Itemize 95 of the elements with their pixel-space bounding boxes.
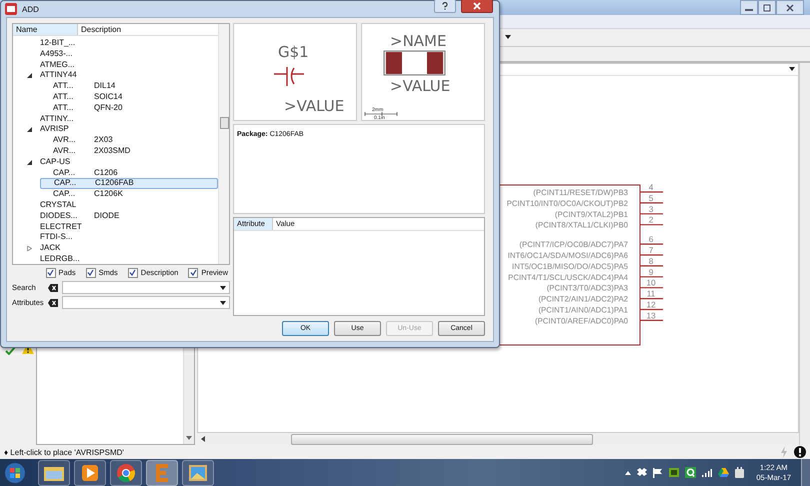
tree-row[interactable]: CRYSTAL xyxy=(27,200,218,211)
tree-row[interactable]: ATT... SOIC14 xyxy=(40,92,218,103)
tree-row[interactable]: ATT... QFN-20 xyxy=(40,102,218,114)
capacitor-symbol xyxy=(273,66,305,87)
checkmark-icon[interactable] xyxy=(190,269,197,276)
checkmark-icon[interactable] xyxy=(87,269,94,276)
pin-line xyxy=(640,254,663,256)
pin-number: 7 xyxy=(648,245,654,255)
picture-icon[interactable] xyxy=(182,460,214,486)
scroll-down-arrow-icon[interactable] xyxy=(186,436,192,440)
q-app-icon[interactable] xyxy=(685,467,696,478)
pin-number: 8 xyxy=(648,256,654,266)
pin-line xyxy=(640,244,663,245)
tree-row[interactable]: A4953-... xyxy=(27,48,218,60)
pin-number: 13 xyxy=(646,310,656,320)
close-button[interactable] xyxy=(461,0,493,13)
browser-icon[interactable] xyxy=(110,460,142,486)
caret-icon[interactable] xyxy=(220,300,226,304)
checkmark-icon[interactable] xyxy=(47,269,54,276)
pin-line xyxy=(640,287,663,288)
help-button[interactable] xyxy=(434,0,456,13)
lightning-icon xyxy=(780,446,788,458)
tree-row[interactable]: ATT... DIL14 xyxy=(40,81,218,92)
pin-line xyxy=(640,265,663,266)
signal-icon[interactable] xyxy=(702,468,712,476)
expanded-arrow-icon[interactable] xyxy=(27,127,32,132)
tree-row[interactable]: CAP... C1206 xyxy=(40,168,218,178)
attributes-field[interactable] xyxy=(62,296,230,309)
tree-row[interactable]: ATTINY... xyxy=(27,114,218,124)
power-plug-icon[interactable] xyxy=(735,467,744,478)
pin-number: 9 xyxy=(648,266,654,277)
expanded-arrow-icon[interactable] xyxy=(27,73,32,78)
status-message: ♦ Left-click to place 'AVRISPSMD' xyxy=(4,448,125,456)
close-icon[interactable] xyxy=(776,0,804,15)
scroll-left-arrow-icon[interactable] xyxy=(201,436,205,442)
pin-number: 6 xyxy=(648,234,654,244)
caret-icon[interactable] xyxy=(789,67,795,71)
smd-pads-drawing xyxy=(384,50,446,76)
pin-number: 12 xyxy=(646,300,656,310)
caret-icon[interactable] xyxy=(505,35,511,39)
tree-row[interactable]: 12-BIT_... xyxy=(27,38,218,49)
pin-line xyxy=(640,298,663,300)
pin-number: 4 xyxy=(648,182,654,192)
maximize-icon[interactable] xyxy=(758,0,776,15)
tree-row[interactable]: ATMEG... xyxy=(27,60,218,70)
caret-icon[interactable] xyxy=(220,286,226,290)
tree-row[interactable]: AVR... 2X03SMD xyxy=(40,146,218,157)
caret-icon[interactable] xyxy=(625,470,632,474)
media-player-icon[interactable] xyxy=(74,460,106,486)
start-button[interactable] xyxy=(4,462,26,484)
tree-row[interactable]: LEDRGB... xyxy=(27,254,218,265)
pin-number: 3 xyxy=(648,204,654,214)
pin-line xyxy=(640,213,663,214)
tree-row[interactable]: ATTINY44 xyxy=(27,70,218,82)
symbol-name: G$1 xyxy=(278,43,309,61)
pin-number: 5 xyxy=(648,192,654,203)
checkmark-icon[interactable] xyxy=(129,269,136,276)
scale-bar xyxy=(364,112,398,116)
pin-line xyxy=(640,224,663,226)
tree-row[interactable]: CAP... C1206K xyxy=(40,189,218,200)
scroll-thumb[interactable] xyxy=(220,117,229,129)
graphics-driver-icon[interactable] xyxy=(669,468,680,477)
tree-row[interactable]: CAP-US xyxy=(27,156,218,168)
tree-row[interactable]: ELECTRET xyxy=(27,222,218,232)
pin-line xyxy=(640,308,663,310)
scrollbar[interactable] xyxy=(218,24,229,264)
tree-row[interactable]: JACK xyxy=(27,243,218,254)
tree-row[interactable]: AVR... 2X03 xyxy=(40,135,218,146)
tree-row[interactable]: CAP... C1206FAB xyxy=(40,178,218,190)
dialog-title: ADD xyxy=(22,4,40,14)
minimize-icon[interactable] xyxy=(740,0,758,15)
flag-icon[interactable] xyxy=(653,468,664,478)
pin-number: 2 xyxy=(648,214,654,225)
tree-row[interactable]: DIODES... DIODE xyxy=(27,210,218,222)
question-mark-icon[interactable] xyxy=(442,2,448,10)
symbol-value: >VALUE xyxy=(284,97,344,115)
app-icon xyxy=(5,3,17,15)
pin-line xyxy=(640,276,663,278)
column-header[interactable]: Name xyxy=(13,24,78,35)
search-field[interactable] xyxy=(62,281,230,294)
pin-number: 10 xyxy=(646,278,656,288)
tree-row[interactable]: FTDI-S... xyxy=(27,232,218,244)
folder-icon[interactable] xyxy=(38,460,70,486)
expanded-arrow-icon[interactable] xyxy=(27,160,32,165)
scroll-thumb[interactable] xyxy=(291,434,593,444)
pin-number: 11 xyxy=(646,288,656,299)
pin-line xyxy=(640,191,663,193)
package-value: >VALUE xyxy=(390,77,450,95)
column-header[interactable]: Description xyxy=(78,24,218,35)
alert-icon xyxy=(794,446,806,458)
pin-line xyxy=(640,202,663,204)
pin-line xyxy=(640,320,663,321)
tree-row[interactable]: AVRISP xyxy=(27,124,218,136)
package-name: >NAME xyxy=(390,32,446,50)
collapsed-arrow-icon[interactable] xyxy=(27,246,32,252)
